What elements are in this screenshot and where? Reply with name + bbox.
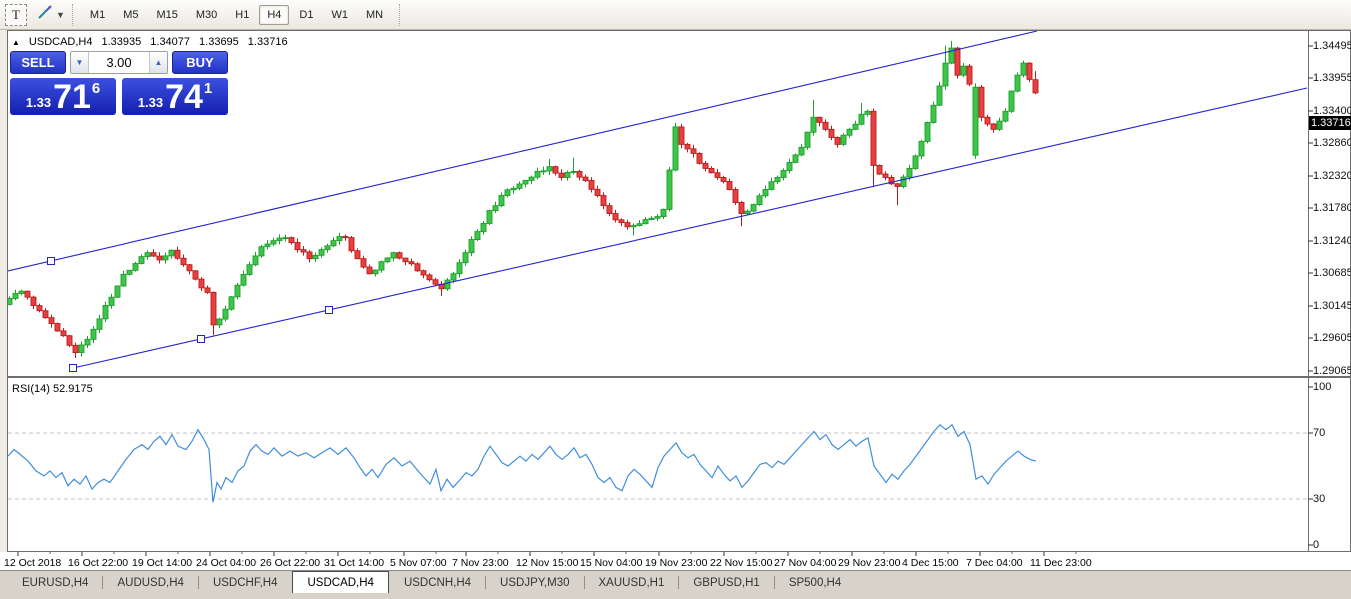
timeframe-button-d1[interactable]: D1	[291, 5, 321, 25]
price-axis-tick-label: 1.29065	[1313, 365, 1351, 377]
toolbar-separator	[399, 4, 401, 26]
ask-price-panel[interactable]: 1.33 74 1	[122, 78, 228, 115]
bid-pip-digit: 6	[92, 80, 100, 97]
bid-prefix: 1.33	[26, 95, 51, 110]
timeframe-button-m30[interactable]: M30	[188, 5, 225, 25]
timeframe-button-h4[interactable]: H4	[259, 5, 289, 25]
price-axis-tick-label: 1.32860	[1313, 137, 1351, 149]
toolbar-separator	[72, 4, 74, 26]
chevron-down-icon: ▼	[56, 10, 65, 20]
bar-close-value: 1.33716	[248, 36, 288, 48]
time-axis-label: 19 Nov 23:00	[645, 557, 707, 569]
price-axis-tick-label: 1.31780	[1313, 202, 1351, 214]
time-axis-label: 29 Nov 23:00	[838, 557, 900, 569]
one-click-trading-widget: SELL ▼ 3.00 ▲ BUY 1.33 71 6 1.33 74 1	[10, 51, 228, 115]
chart-tab-eurusd-h4[interactable]: EURUSD,H4	[8, 573, 102, 593]
time-axis-label: 12 Oct 2018	[4, 557, 61, 569]
sell-button[interactable]: SELL	[10, 51, 66, 74]
bottom-strip	[0, 593, 1351, 599]
chart-tab-usdjpy-m30[interactable]: USDJPY,M30	[486, 573, 583, 593]
time-axis-label: 11 Dec 23:00	[1030, 557, 1092, 569]
time-axis-label: 15 Nov 04:00	[580, 557, 642, 569]
channel-line[interactable]	[73, 88, 1307, 368]
time-axis-label: 22 Nov 15:00	[710, 557, 772, 569]
time-axis-label: 7 Dec 04:00	[966, 557, 1023, 569]
time-axis-label: 12 Nov 15:00	[516, 557, 578, 569]
price-axis-tick-label: 1.29605	[1313, 332, 1351, 344]
price-axis-tick-label: 1.30145	[1313, 300, 1351, 312]
chart-tab-xauusd-h1[interactable]: XAUUSD,H1	[585, 573, 679, 593]
chart-tab-usdcnh-h4[interactable]: USDCNH,H4	[390, 573, 485, 593]
timeframe-button-mn[interactable]: MN	[358, 5, 391, 25]
buy-button[interactable]: BUY	[172, 51, 228, 74]
current-price-tag: 1.33716	[1309, 116, 1351, 130]
chart-symbol-period: USDCAD,H4	[29, 36, 93, 48]
chart-tab-gbpusd-h1[interactable]: GBPUSD,H1	[679, 573, 773, 593]
timeframe-button-m15[interactable]: M15	[148, 5, 185, 25]
timeframe-buttons: M1M5M15M30H1H4D1W1MN	[81, 5, 392, 25]
chart-title: ▲ USDCAD,H4 1.33935 1.34077 1.33695 1.33…	[12, 36, 288, 48]
price-axis-tick-label: 1.33955	[1313, 72, 1351, 84]
channel-anchor-handle[interactable]	[326, 307, 333, 314]
chart-tab-usdcad-h4[interactable]: USDCAD,H4	[292, 571, 388, 593]
text-tool-icon[interactable]: T	[5, 4, 27, 26]
timeframe-button-m5[interactable]: M5	[115, 5, 146, 25]
rsi-line	[8, 425, 1036, 503]
bid-big-digits: 71	[53, 79, 91, 115]
rsi-axis-tick-label: 30	[1313, 493, 1325, 505]
rsi-axis-tick-label: 100	[1313, 381, 1331, 393]
channel-anchor-handle[interactable]	[48, 258, 55, 265]
rsi-axis-tick-label: 70	[1313, 427, 1325, 439]
objects-icon	[37, 4, 53, 25]
chart-tab-usdchf-h4[interactable]: USDCHF,H4	[199, 573, 292, 593]
price-axis-tick-label: 1.34495	[1313, 40, 1351, 52]
ask-prefix: 1.33	[138, 95, 163, 110]
volume-increase-button[interactable]: ▲	[149, 52, 167, 73]
price-axis-tick-label: 1.31240	[1313, 235, 1351, 247]
time-axis-label: 31 Oct 14:00	[324, 557, 384, 569]
time-axis-label: 26 Oct 22:00	[260, 557, 320, 569]
chart-tab-audusd-h4[interactable]: AUDUSD,H4	[103, 573, 197, 593]
rsi-axis-tick-label: 0	[1313, 539, 1319, 551]
chart-area[interactable]: ▲ USDCAD,H4 1.33935 1.34077 1.33695 1.33…	[0, 30, 1351, 570]
volume-decrease-button[interactable]: ▼	[71, 52, 89, 73]
channel-anchor-handle[interactable]	[70, 365, 77, 372]
objects-dropdown-button[interactable]: ▼	[37, 4, 65, 25]
price-axis-tick-label: 1.32320	[1313, 170, 1351, 182]
bid-price-panel[interactable]: 1.33 71 6	[10, 78, 116, 115]
time-axis-label: 24 Oct 04:00	[196, 557, 256, 569]
price-axis-tick-label: 1.30685	[1313, 267, 1351, 279]
time-axis-label: 5 Nov 07:00	[390, 557, 447, 569]
time-axis-label: 7 Nov 23:00	[452, 557, 509, 569]
chart-tabs-bar: EURUSD,H4AUDUSD,H4USDCHF,H4USDCAD,H4USDC…	[0, 570, 1351, 593]
volume-value[interactable]: 3.00	[89, 52, 149, 73]
timeframe-button-m1[interactable]: M1	[82, 5, 113, 25]
chart-tab-sp500-h4[interactable]: SP500,H4	[775, 573, 855, 593]
symbol-marker-icon: ▲	[12, 38, 20, 47]
toolbar: T ▼ M1M5M15M30H1H4D1W1MN	[0, 0, 1351, 30]
timeframe-button-w1[interactable]: W1	[323, 5, 356, 25]
bar-open-value: 1.33935	[102, 36, 142, 48]
time-axis-label: 4 Dec 15:00	[902, 557, 959, 569]
rsi-pane-border	[8, 378, 1351, 552]
volume-stepper: ▼ 3.00 ▲	[70, 51, 168, 74]
time-axis-label: 19 Oct 14:00	[132, 557, 192, 569]
timeframe-button-h1[interactable]: H1	[227, 5, 257, 25]
ask-big-digits: 74	[165, 79, 203, 115]
time-axis-label: 16 Oct 22:00	[68, 557, 128, 569]
bar-low-value: 1.33695	[199, 36, 239, 48]
time-axis-label: 27 Nov 04:00	[774, 557, 836, 569]
bar-high-value: 1.34077	[150, 36, 190, 48]
channel-anchor-handle[interactable]	[198, 336, 205, 343]
ask-pip-digit: 1	[204, 80, 212, 97]
rsi-indicator-label: RSI(14) 52.9175	[12, 383, 93, 395]
